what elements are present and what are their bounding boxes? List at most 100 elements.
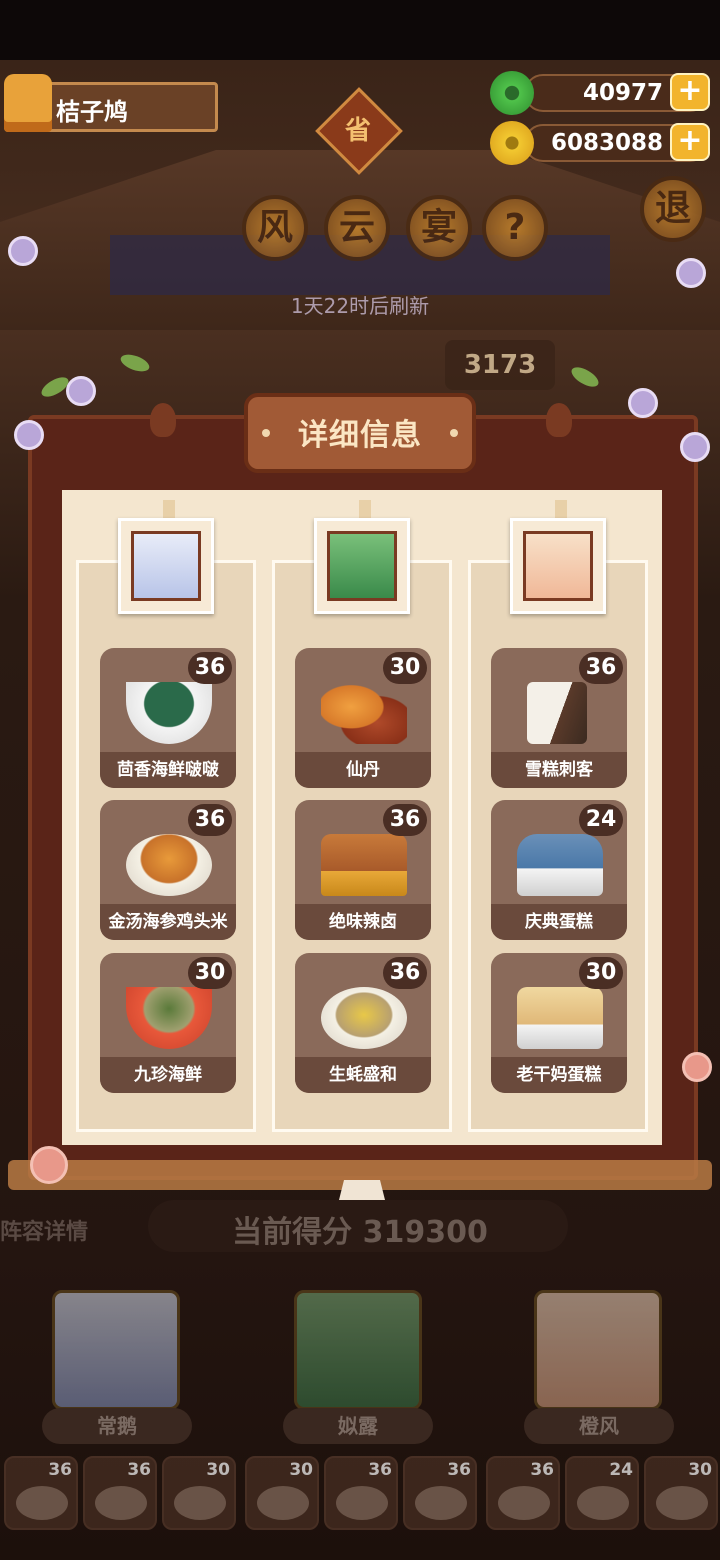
flower-decoration bbox=[14, 420, 44, 450]
lineup-details-button[interactable]: 阵容详情 bbox=[0, 1214, 88, 1246]
dish-slot[interactable]: 24 bbox=[565, 1456, 639, 1530]
dish-name: 绝味辣卤 bbox=[295, 904, 431, 940]
dish-level: 36 bbox=[188, 804, 232, 836]
flower-decoration bbox=[680, 432, 710, 462]
dish-slot-level: 36 bbox=[530, 1460, 554, 1480]
dish-level: 36 bbox=[579, 652, 623, 684]
flower-decoration bbox=[682, 1052, 712, 1082]
soup-plate-icon bbox=[126, 834, 212, 896]
hero-name-1: 常鹅 bbox=[42, 1408, 192, 1444]
dish-slot-icon bbox=[656, 1486, 708, 1520]
dish-slot-level: 24 bbox=[609, 1460, 633, 1480]
dish-slot[interactable]: 36 bbox=[486, 1456, 560, 1530]
dish-slot[interactable]: 36 bbox=[324, 1456, 398, 1530]
dish-slot-icon bbox=[174, 1486, 226, 1520]
dish-card[interactable]: 30 仙丹 bbox=[295, 648, 431, 788]
dish-slot-level: 30 bbox=[206, 1460, 230, 1480]
dish-name: 雪糕刺客 bbox=[491, 752, 627, 788]
oyster-plate-icon bbox=[321, 987, 407, 1049]
dish-name: 生蚝盛和 bbox=[295, 1057, 431, 1093]
dish-slot-icon bbox=[415, 1486, 467, 1520]
dish-slot[interactable]: 30 bbox=[162, 1456, 236, 1530]
character-portrait-image bbox=[523, 531, 593, 601]
dish-slot-icon bbox=[336, 1486, 388, 1520]
dish-card[interactable]: 36 生蚝盛和 bbox=[295, 953, 431, 1093]
add-jade-button[interactable]: + bbox=[670, 73, 710, 111]
dish-card[interactable]: 36 金汤海参鸡头米 bbox=[100, 800, 236, 940]
coin-icon bbox=[490, 121, 534, 165]
bowl-icon bbox=[126, 682, 212, 744]
dish-slot-level: 36 bbox=[368, 1460, 392, 1480]
dish-slot[interactable]: 36 bbox=[4, 1456, 78, 1530]
hero-portrait-1[interactable] bbox=[52, 1290, 180, 1410]
refresh-timer: 1天22时后刷新 bbox=[290, 294, 430, 318]
spicy-cake-icon bbox=[517, 987, 603, 1049]
dish-slot[interactable]: 30 bbox=[245, 1456, 319, 1530]
dish-name: 仙丹 bbox=[295, 752, 431, 788]
dish-card[interactable]: 36 绝味辣卤 bbox=[295, 800, 431, 940]
dish-slot-level: 30 bbox=[688, 1460, 712, 1480]
ice-cream-bar-icon bbox=[527, 682, 587, 744]
event-title-char-1: 风 bbox=[242, 195, 308, 261]
player-name: 桔子鸠 bbox=[56, 98, 128, 126]
dish-slot-level: 36 bbox=[48, 1460, 72, 1480]
dish-slot[interactable]: 36 bbox=[83, 1456, 157, 1530]
flower-decoration bbox=[628, 388, 658, 418]
dish-name: 茴香海鲜啵啵 bbox=[100, 752, 236, 788]
hero-name-2: 姒露 bbox=[283, 1408, 433, 1444]
help-button[interactable]: ? bbox=[482, 195, 548, 261]
dish-card[interactable]: 36 茴香海鲜啵啵 bbox=[100, 648, 236, 788]
dish-slot[interactable]: 36 bbox=[403, 1456, 477, 1530]
character-portrait-image bbox=[327, 531, 397, 601]
character-portrait-2[interactable] bbox=[314, 518, 410, 614]
player-avatar[interactable] bbox=[4, 74, 52, 132]
add-coin-button[interactable]: + bbox=[670, 123, 710, 161]
dish-slot-icon bbox=[577, 1486, 629, 1520]
hero-portrait-2[interactable] bbox=[294, 1290, 422, 1410]
dish-slot-icon bbox=[498, 1486, 550, 1520]
flower-decoration bbox=[66, 376, 96, 406]
dish-level: 24 bbox=[579, 804, 623, 836]
dish-level: 30 bbox=[188, 957, 232, 989]
current-score-value: 319300 bbox=[362, 1215, 488, 1250]
dish-name: 九珍海鲜 bbox=[100, 1057, 236, 1093]
current-score-label: 当前得分 bbox=[232, 1215, 353, 1250]
flower-decoration bbox=[676, 258, 706, 288]
dish-level: 36 bbox=[383, 804, 427, 836]
hero-name-3: 橙风 bbox=[524, 1408, 674, 1444]
coin-amount: 6083088 bbox=[550, 130, 663, 156]
dish-level: 30 bbox=[383, 652, 427, 684]
current-score-text: 当前得分 319300 bbox=[150, 1207, 570, 1251]
gourd-pill-icon bbox=[321, 682, 407, 744]
dish-card[interactable]: 24 庆典蛋糕 bbox=[491, 800, 627, 940]
dish-card[interactable]: 30 老干妈蛋糕 bbox=[491, 953, 627, 1093]
dish-card[interactable]: 36 雪糕刺客 bbox=[491, 648, 627, 788]
dish-slot-icon bbox=[95, 1486, 147, 1520]
board-nail bbox=[546, 403, 572, 437]
dish-slot-icon bbox=[257, 1486, 309, 1520]
seafood-bowl-icon bbox=[126, 987, 212, 1049]
jade-icon bbox=[490, 71, 534, 115]
board-nail bbox=[150, 403, 176, 437]
dish-slot[interactable]: 30 bbox=[644, 1456, 718, 1530]
character-portrait-3[interactable] bbox=[510, 518, 606, 614]
exit-button[interactable]: 退 bbox=[640, 176, 706, 242]
braised-meat-icon bbox=[321, 834, 407, 896]
event-title-char-3: 宴 bbox=[406, 195, 472, 261]
dish-name: 庆典蛋糕 bbox=[491, 904, 627, 940]
dish-card[interactable]: 30 九珍海鲜 bbox=[100, 953, 236, 1093]
province-label: 省 bbox=[344, 116, 371, 146]
flower-decoration bbox=[8, 236, 38, 266]
dish-slot-icon bbox=[16, 1486, 68, 1520]
dish-slot-level: 30 bbox=[289, 1460, 313, 1480]
modal-title: 详细信息 bbox=[298, 418, 422, 453]
dish-slot-level: 36 bbox=[447, 1460, 471, 1480]
hero-portrait-3[interactable] bbox=[534, 1290, 662, 1410]
dish-level: 36 bbox=[383, 957, 427, 989]
dish-level: 36 bbox=[188, 652, 232, 684]
jade-amount: 40977 bbox=[582, 80, 663, 106]
dish-slot-level: 36 bbox=[127, 1460, 151, 1480]
character-portrait-1[interactable] bbox=[118, 518, 214, 614]
event-title-char-2: 云 bbox=[324, 195, 390, 261]
flower-decoration bbox=[30, 1146, 68, 1184]
